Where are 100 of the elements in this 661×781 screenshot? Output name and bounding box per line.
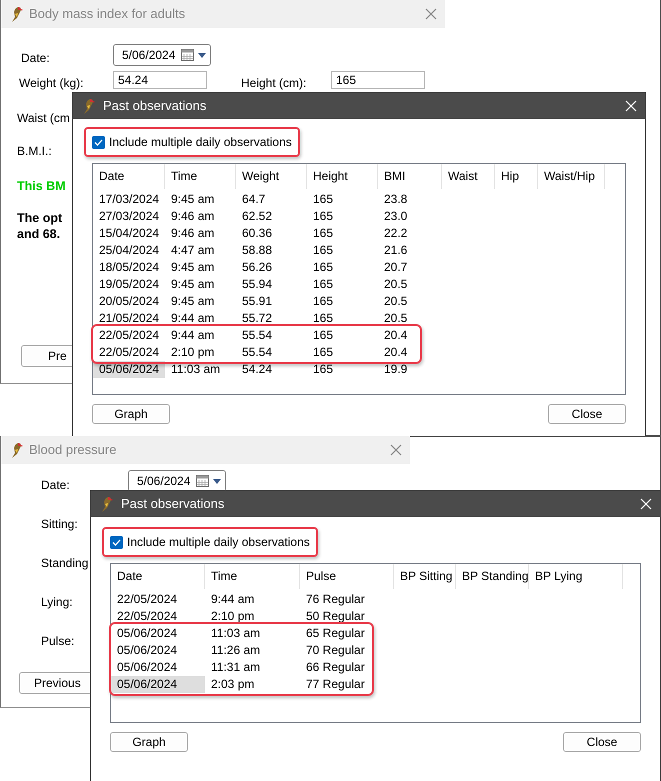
table-cell-text: 56.26	[241, 259, 274, 276]
table-cell-text: 05/06/2024	[116, 625, 178, 642]
table-cell-text: 20.5	[383, 276, 408, 293]
dialog-button[interactable]: Graph	[92, 404, 170, 424]
table-cell-text: 165	[312, 242, 334, 259]
table-cell-text: 165	[312, 208, 334, 225]
column-header[interactable]: Weight	[236, 164, 307, 189]
table-cell-text: 66 Regular	[305, 659, 366, 676]
table-cell-text: 165	[312, 293, 334, 310]
table-cell-text: 15/04/2024	[98, 225, 160, 242]
table-cell-text: 19.9	[383, 361, 408, 378]
table-cell-text: 165	[312, 276, 334, 293]
table-cell-text: 27/03/2024	[98, 208, 160, 225]
table-cell-text: 165	[312, 225, 334, 242]
table-cell-text: 23.8	[383, 191, 408, 208]
field-label: Date:	[41, 477, 70, 494]
table-cell-text: 76 Regular	[305, 591, 366, 608]
table-cell-text: 9:45 am	[170, 293, 216, 310]
table-cell-text: 55.94	[241, 276, 274, 293]
table-cell-text: 9:44 am	[210, 591, 256, 608]
checkmark-icon	[112, 538, 121, 546]
caret-icon[interactable]	[213, 478, 221, 484]
table-cell-text: 19/05/2024	[98, 276, 160, 293]
column-header[interactable]: Waist	[442, 164, 495, 189]
dialog-button[interactable]: Close	[563, 732, 641, 752]
bird-icon	[81, 97, 95, 115]
calendar-icon[interactable]	[181, 49, 194, 61]
weight-field[interactable]: 54.24	[113, 71, 207, 89]
table-cell-text: 165	[312, 310, 334, 327]
table-cell-text: 77 Regular	[305, 676, 366, 693]
result-text: This BM	[17, 178, 66, 195]
checkbox-label[interactable]: Include multiple daily observations	[127, 533, 310, 551]
table-cell-text: 23.0	[383, 208, 408, 225]
table-cell-text: 17/03/2024	[98, 191, 160, 208]
table-cell-text: 165	[312, 327, 334, 344]
table-cell-text: 9:44 am	[170, 310, 216, 327]
calendar-icon[interactable]	[196, 475, 209, 487]
table-cell-text: 55.54	[241, 344, 274, 361]
checkbox[interactable]	[92, 136, 105, 148]
column-header[interactable]: Date	[93, 164, 165, 189]
field-label: B.M.I.:	[17, 143, 52, 160]
column-header[interactable]: Waist/Hip	[538, 164, 605, 189]
table-cell-text: 20.4	[383, 327, 408, 344]
table-cell-text: 22/05/2024	[116, 608, 178, 625]
table-cell-text: 62.52	[241, 208, 274, 225]
table-cell-text: 9:46 am	[170, 225, 216, 242]
column-header[interactable]: BP Sitting	[394, 564, 456, 589]
table-cell-text: 54.24	[241, 361, 274, 378]
table-cell-text: 25/04/2024	[98, 242, 160, 259]
date-picker[interactable]: 5/06/2024	[128, 470, 226, 492]
field-label: Sitting:	[41, 516, 78, 533]
table-cell-text: 05/06/2024	[116, 642, 178, 659]
table-cell-text: 20/05/2024	[98, 293, 160, 310]
date-picker[interactable]: 5/06/2024	[113, 44, 211, 66]
checkbox[interactable]	[110, 536, 123, 548]
window-title: Past observations	[121, 495, 226, 514]
column-header[interactable]: Time	[165, 164, 236, 189]
dialog-button[interactable]: Close	[548, 404, 626, 424]
table-cell-text: 9:45 am	[170, 276, 216, 293]
table-cell-text: 9:46 am	[170, 208, 216, 225]
checkbox-label[interactable]: Include multiple daily observations	[109, 133, 292, 151]
column-header[interactable]: BP Lying	[529, 564, 623, 589]
bird-icon	[9, 441, 23, 459]
column-header[interactable]: Hip	[495, 164, 538, 189]
table-cell-text: 9:44 am	[170, 327, 216, 344]
table-cell-text: 2:10 pm	[210, 608, 256, 625]
table-cell-text: 64.7	[241, 191, 266, 208]
table-cell-text: 60.36	[241, 225, 274, 242]
table-cell-text: 11:31 am	[210, 659, 262, 676]
caret-icon[interactable]	[198, 52, 206, 58]
field-label: Lying:	[41, 594, 73, 611]
column-header[interactable]: BMI	[378, 164, 442, 189]
column-header[interactable]: Time	[205, 564, 300, 589]
table-cell-text: 20.7	[383, 259, 408, 276]
table-cell-text: 2:03 pm	[210, 676, 256, 693]
table-cell-text: 11:03 am	[170, 361, 222, 378]
bird-icon	[9, 5, 23, 23]
table-cell-text: 65 Regular	[305, 625, 366, 642]
table-cell-text: 55.72	[241, 310, 274, 327]
table-cell-text: 21/05/2024	[98, 310, 160, 327]
field-label: Height (cm):	[241, 75, 306, 92]
column-header[interactable]: Pulse	[300, 564, 394, 589]
dialog-button[interactable]: Graph	[110, 732, 188, 752]
column-header[interactable]: BP Standing	[456, 564, 529, 589]
table-cell-text: 05/06/2024	[116, 659, 178, 676]
table-cell-text: 9:45 am	[170, 259, 216, 276]
height-field[interactable]: 165	[331, 71, 425, 89]
table-cell-text: 9:45 am	[170, 191, 216, 208]
field-label: Waist (cm	[17, 110, 70, 127]
table-cell-text: 165	[312, 191, 334, 208]
field-label: Date:	[21, 50, 50, 67]
window-title: Past observations	[103, 97, 208, 116]
column-header[interactable]: Height	[307, 164, 378, 189]
table-cell-text: 165	[312, 259, 334, 276]
table-cell-text: 22.2	[383, 225, 408, 242]
table-cell-text: 165	[312, 344, 334, 361]
table-cell-text: 20.5	[383, 310, 408, 327]
column-header[interactable]: Date	[111, 564, 205, 589]
window-title: Blood pressure	[29, 441, 118, 460]
table-cell-text: 165	[312, 361, 334, 378]
